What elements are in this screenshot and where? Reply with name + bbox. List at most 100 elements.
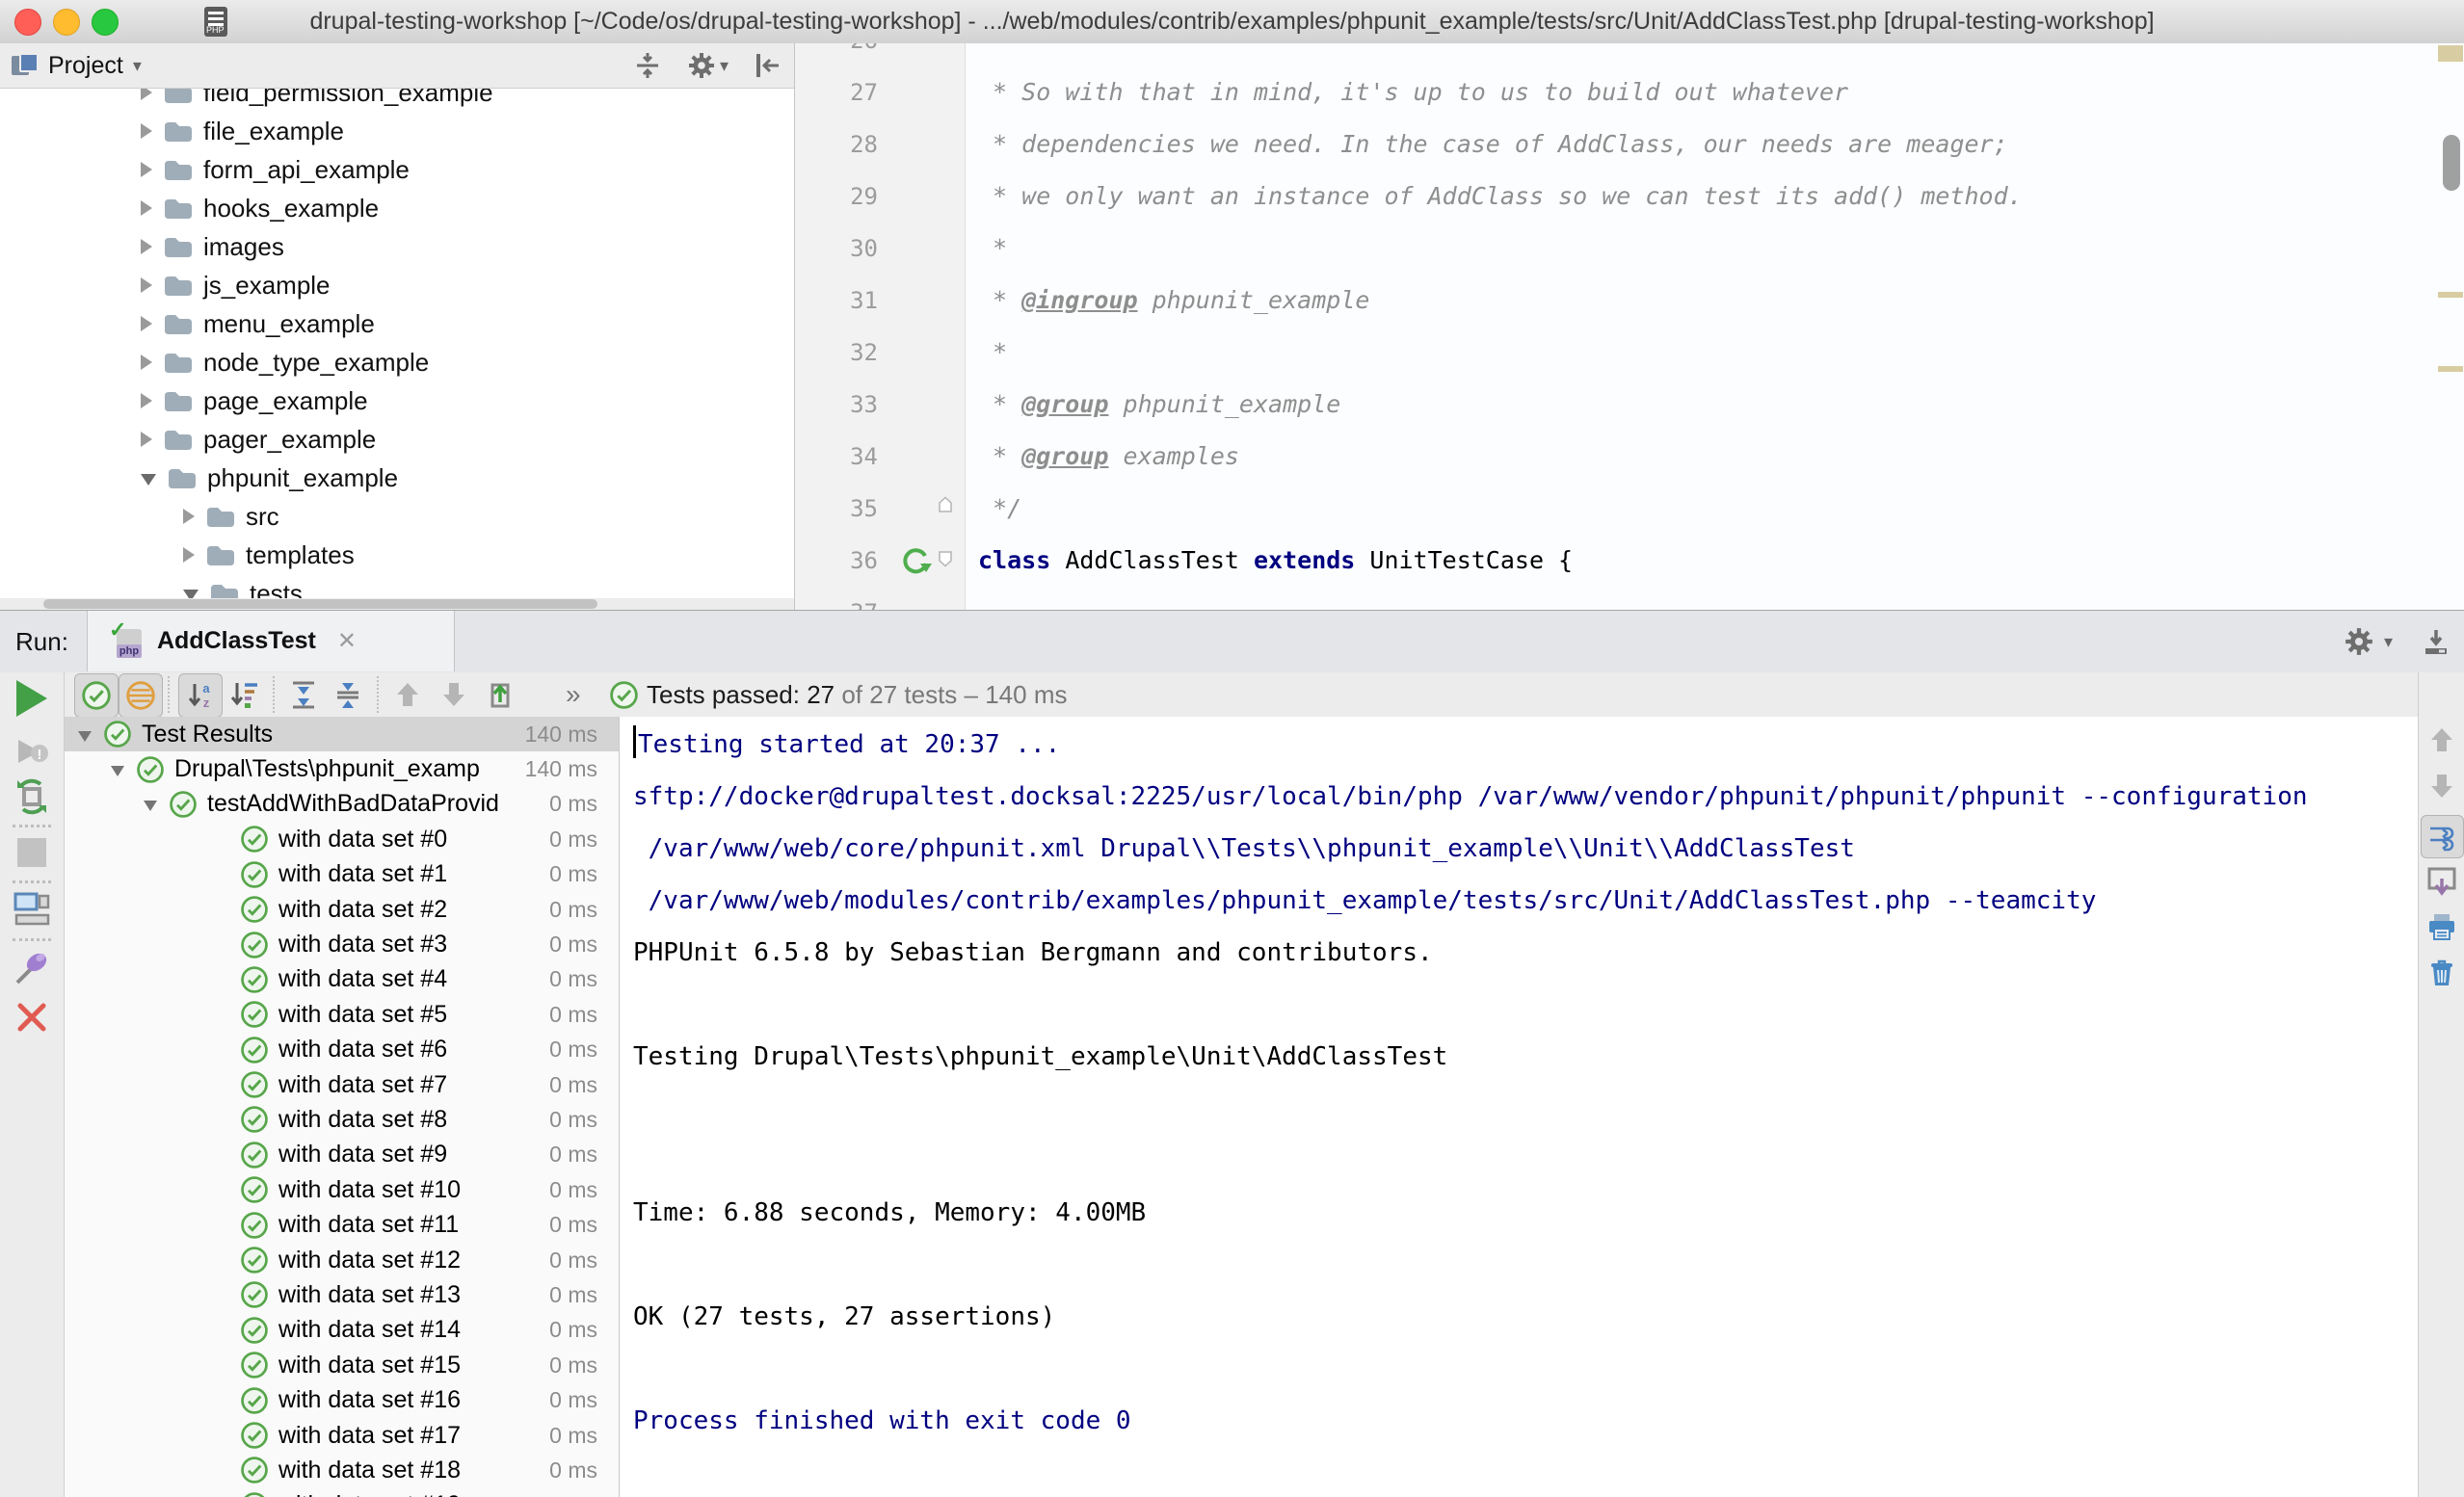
down-arrow-button[interactable] (2419, 772, 2464, 801)
next-occurrence-button[interactable] (433, 673, 475, 716)
expand-arrow-icon[interactable] (78, 731, 92, 742)
test-tree-row[interactable]: with data set #7 0 ms (65, 1067, 619, 1102)
expand-arrow-icon[interactable] (141, 393, 152, 408)
stop-button[interactable] (0, 836, 64, 869)
expand-arrow-icon[interactable] (141, 200, 152, 216)
test-tree-row[interactable]: with data set #5 0 ms (65, 997, 619, 1032)
project-tree-item[interactable]: file_example (0, 112, 794, 150)
project-tree-item[interactable]: hooks_example (0, 189, 794, 227)
fold-marker-icon[interactable] (938, 550, 953, 567)
warning-stripe-mark[interactable] (2438, 366, 2463, 372)
project-tree-item[interactable]: pager_example (0, 420, 794, 459)
expand-arrow-icon[interactable] (141, 277, 152, 293)
test-tree-row[interactable]: with data set #9 0 ms (65, 1138, 619, 1172)
restore-layout-button[interactable] (0, 890, 64, 929)
expand-arrow-icon[interactable] (141, 432, 152, 447)
test-tree-row[interactable]: with data set #11 0 ms (65, 1207, 619, 1242)
test-tree-row[interactable]: with data set #17 0 ms (65, 1418, 619, 1453)
project-tree-item[interactable]: form_api_example (0, 150, 794, 189)
test-tree-row[interactable]: with data set #4 0 ms (65, 962, 619, 997)
test-tree-row[interactable]: with data set #3 0 ms (65, 927, 619, 961)
collapse-all-button[interactable] (327, 673, 369, 716)
project-horizontal-scrollbar[interactable] (0, 598, 794, 610)
test-passed-icon (240, 931, 269, 959)
close-button[interactable] (0, 1000, 64, 1035)
collapse-all-icon[interactable] (633, 51, 662, 80)
sort-by-duration-toggle[interactable] (223, 673, 265, 716)
expand-arrow-icon[interactable] (183, 547, 195, 563)
sort-alphabetically-toggle[interactable]: az (178, 673, 223, 718)
soft-wrap-toggle[interactable] (2421, 815, 2464, 858)
dock-pin-icon[interactable] (2422, 627, 2451, 656)
code-editor[interactable]: 26 27 * So with that in mind, it's up to… (795, 43, 2464, 610)
run-configuration-tab[interactable]: php✓ AddClassTest ✕ (87, 611, 455, 671)
test-tree-row[interactable]: with data set #10 0 ms (65, 1172, 619, 1207)
show-ignored-toggle[interactable] (119, 673, 163, 718)
code-text: * we only want an instance of AddClass s… (978, 171, 2023, 223)
export-test-results-button[interactable] (479, 673, 521, 716)
settings-gear-icon[interactable]: ▾ (2344, 626, 2393, 657)
expand-all-button[interactable] (282, 673, 325, 716)
expand-arrow-icon[interactable] (111, 766, 124, 776)
editor-scrollbar-thumb[interactable] (2443, 135, 2460, 191)
expand-arrow-icon[interactable] (141, 316, 152, 331)
test-tree-row[interactable]: with data set #13 0 ms (65, 1277, 619, 1312)
rerun-failed-tests-button[interactable]: ! (0, 732, 64, 771)
pin-tab-button[interactable] (0, 948, 64, 988)
folder-icon (164, 429, 192, 451)
test-name: with data set #8 (278, 1106, 549, 1134)
run-test-gutter-icon[interactable] (899, 543, 934, 578)
hide-panel-icon[interactable] (754, 51, 781, 80)
test-tree-row[interactable]: with data set #18 0 ms (65, 1453, 619, 1487)
test-tree-row[interactable]: with data set #0 0 ms (65, 822, 619, 856)
expand-arrow-icon[interactable] (141, 355, 152, 370)
expand-arrow-icon[interactable] (141, 474, 156, 486)
chevron-double-icon[interactable]: » (566, 672, 581, 717)
test-tree-row[interactable]: with data set #15 0 ms (65, 1348, 619, 1382)
test-passed-icon (240, 1280, 269, 1309)
toggle-auto-test-button[interactable] (0, 776, 64, 817)
expand-arrow-icon[interactable] (141, 123, 152, 139)
test-duration: 0 ms (549, 1177, 619, 1203)
expand-arrow-icon[interactable] (183, 509, 195, 524)
test-tree-row[interactable]: with data set #19 0 ms (65, 1488, 619, 1497)
project-tree-item[interactable]: templates (0, 536, 794, 574)
test-console-output[interactable]: Testing started at 20:37 ...sftp://docke… (620, 717, 2418, 1497)
warning-stripe-mark[interactable] (2438, 292, 2463, 298)
code-text: */ (978, 483, 1021, 535)
test-tree-row[interactable]: Drupal\Tests\phpunit_examp 140 ms (65, 751, 619, 786)
test-tree-row[interactable]: with data set #8 0 ms (65, 1102, 619, 1137)
rerun-button[interactable] (0, 680, 64, 717)
test-tree-row[interactable]: with data set #14 0 ms (65, 1313, 619, 1348)
chevron-down-icon[interactable]: ▾ (133, 56, 142, 76)
project-tree-item[interactable]: src (0, 497, 794, 536)
scrollbar-thumb[interactable] (43, 599, 597, 609)
test-tree-row[interactable]: testAddWithBadDataProvid 0 ms (65, 787, 619, 822)
expand-arrow-icon[interactable] (144, 801, 157, 811)
test-tree-row[interactable]: with data set #12 0 ms (65, 1243, 619, 1277)
print-button[interactable] (2419, 911, 2464, 942)
up-arrow-button[interactable] (2419, 725, 2464, 754)
project-tree-item[interactable]: page_example (0, 381, 794, 420)
expand-arrow-icon[interactable] (141, 162, 152, 177)
scroll-to-end-button[interactable] (2419, 865, 2464, 896)
separator (273, 676, 275, 713)
previous-occurrence-button[interactable] (386, 673, 429, 716)
settings-gear-icon[interactable]: ▾ (687, 51, 729, 80)
show-passed-toggle[interactable] (74, 673, 119, 718)
clear-all-button[interactable] (2419, 958, 2464, 988)
project-tree-item[interactable]: js_example (0, 266, 794, 304)
project-tree-item[interactable]: node_type_example (0, 343, 794, 381)
test-tree-row[interactable]: with data set #6 0 ms (65, 1033, 619, 1067)
expand-arrow-icon[interactable] (141, 239, 152, 254)
console-line (633, 1343, 2418, 1395)
project-tree-item[interactable]: images (0, 227, 794, 266)
test-tree-row[interactable]: Test Results 140 ms (65, 717, 619, 751)
fold-marker-icon[interactable] (938, 496, 953, 513)
project-tree-item[interactable]: phpunit_example (0, 459, 794, 497)
close-icon[interactable]: ✕ (337, 627, 357, 655)
test-tree-row[interactable]: with data set #2 0 ms (65, 892, 619, 927)
test-tree-row[interactable]: with data set #1 0 ms (65, 857, 619, 892)
project-tree-item[interactable]: menu_example (0, 304, 794, 343)
test-tree-row[interactable]: with data set #16 0 ms (65, 1382, 619, 1417)
